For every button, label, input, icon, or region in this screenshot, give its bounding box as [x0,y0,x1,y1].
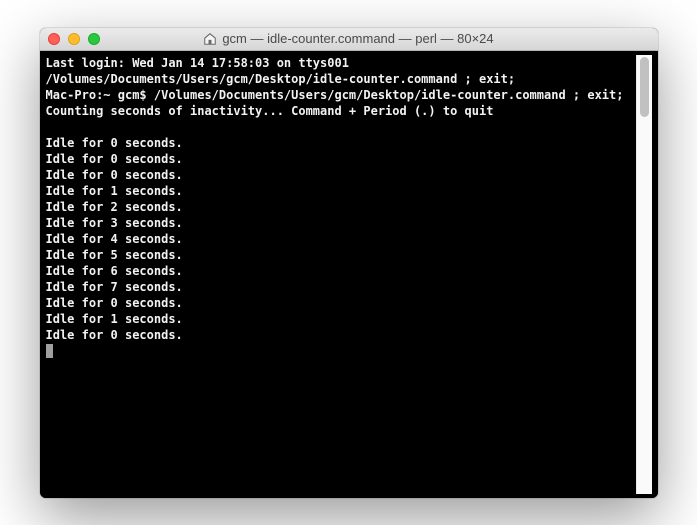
terminal-cursor-line [46,343,636,359]
traffic-lights [40,33,100,45]
terminal-line: Idle for 1 seconds. [46,311,636,327]
minimize-button[interactable] [68,33,80,45]
terminal-body[interactable]: Last login: Wed Jan 14 17:58:03 on ttys0… [40,51,658,498]
terminal-line: /Volumes/Documents/Users/gcm/Desktop/idl… [46,71,636,87]
terminal-line: Idle for 3 seconds. [46,215,636,231]
terminal-line [46,119,636,135]
terminal-line: Idle for 4 seconds. [46,231,636,247]
terminal-line: Idle for 0 seconds. [46,135,636,151]
cursor [46,344,53,358]
maximize-button[interactable] [88,33,100,45]
terminal-window: gcm — idle-counter.command — perl — 80×2… [40,28,658,498]
terminal-line: Idle for 0 seconds. [46,151,636,167]
home-icon [203,32,217,46]
terminal-line: Mac-Pro:~ gcm$ /Volumes/Documents/Users/… [46,87,636,103]
scrollbar[interactable] [636,55,652,494]
window-title: gcm — idle-counter.command — perl — 80×2… [222,31,493,46]
terminal-line: Idle for 0 seconds. [46,167,636,183]
terminal-line: Counting seconds of inactivity... Comman… [46,103,636,119]
close-button[interactable] [48,33,60,45]
terminal-line: Idle for 1 seconds. [46,183,636,199]
terminal-line: Idle for 0 seconds. [46,327,636,343]
window-title-wrap: gcm — idle-counter.command — perl — 80×2… [40,31,658,46]
terminal-line: Idle for 5 seconds. [46,247,636,263]
scrollbar-thumb[interactable] [640,57,649,117]
window-titlebar[interactable]: gcm — idle-counter.command — perl — 80×2… [40,28,658,51]
terminal-line: Idle for 7 seconds. [46,279,636,295]
terminal-line: Idle for 2 seconds. [46,199,636,215]
terminal-line: Idle for 0 seconds. [46,295,636,311]
terminal-output[interactable]: Last login: Wed Jan 14 17:58:03 on ttys0… [46,55,636,494]
terminal-line: Last login: Wed Jan 14 17:58:03 on ttys0… [46,55,636,71]
terminal-line: Idle for 6 seconds. [46,263,636,279]
